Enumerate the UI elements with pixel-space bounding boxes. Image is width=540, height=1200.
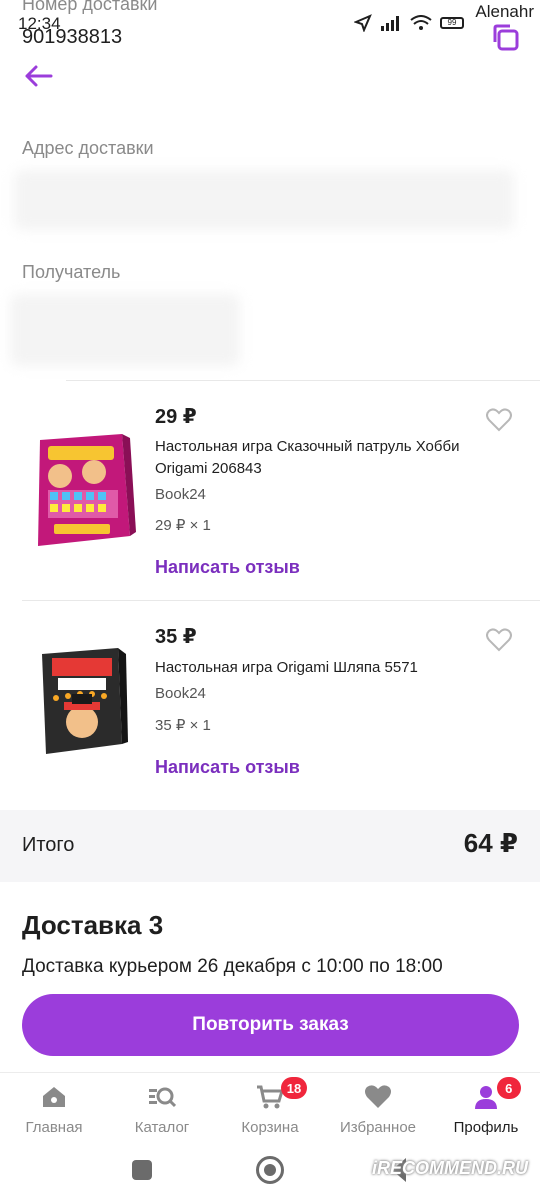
cart-badge: 18 xyxy=(280,1077,308,1099)
write-review-link[interactable]: Написать отзыв xyxy=(155,557,300,578)
item-quantity: 29 ₽ × 1 xyxy=(155,517,211,534)
catalog-search-icon xyxy=(148,1083,176,1111)
write-review-link[interactable]: Написать отзыв xyxy=(155,757,300,778)
wifi-icon xyxy=(410,15,432,30)
nav-label: Каталог xyxy=(134,1119,190,1136)
nav-item-favorites[interactable]: Избранное xyxy=(324,1073,432,1144)
address-label: Адрес доставки xyxy=(22,138,154,158)
nav-label: Главная xyxy=(25,1119,83,1136)
bottom-nav: Главная Каталог 18 Корзина Избранное 6 П… xyxy=(0,1072,540,1144)
nav-label: Избранное xyxy=(339,1119,417,1136)
item-title[interactable]: Настольная игра Сказочный патруль Хобби … xyxy=(155,436,485,480)
item-seller: Book24 xyxy=(155,685,206,702)
address-value-redacted xyxy=(14,170,514,230)
item-title[interactable]: Настольная игра Origami Шляпа 5571 xyxy=(155,657,485,679)
recipient-label: Получатель xyxy=(22,262,121,282)
watermark: iRECOMMEND.RU xyxy=(372,1158,528,1178)
recents-button[interactable] xyxy=(132,1160,152,1180)
nav-item-catalog[interactable]: Каталог xyxy=(108,1073,216,1144)
nav-item-cart[interactable]: 18 Корзина xyxy=(216,1073,324,1144)
item-quantity: 35 ₽ × 1 xyxy=(155,717,211,734)
delivery-number-label: Номер доставки xyxy=(22,0,158,14)
battery-icon: 99 xyxy=(440,17,464,29)
order-item: 29 ₽ Настольная игра Сказочный патруль Х… xyxy=(0,380,540,580)
cart-icon xyxy=(256,1083,284,1111)
item-seller: Book24 xyxy=(155,486,206,503)
product-image-shlyapa[interactable] xyxy=(30,644,140,764)
profile-icon xyxy=(472,1083,500,1111)
location-icon xyxy=(354,14,372,32)
delivery-info: Доставка курьером 26 декабря с 10:00 по … xyxy=(22,956,443,977)
system-nav-bar: iRECOMMEND.RU xyxy=(0,1144,540,1200)
item-price: 35 ₽ xyxy=(155,626,197,648)
status-icons: 99 xyxy=(354,14,464,32)
nav-label: Корзина xyxy=(241,1119,299,1136)
back-button[interactable] xyxy=(20,58,56,94)
home-button[interactable] xyxy=(256,1156,284,1184)
recipient-value-redacted xyxy=(10,294,240,366)
delivery-title: Доставка 3 xyxy=(22,910,164,940)
arrow-left-icon xyxy=(25,65,53,87)
product-image-skazochny-patrul[interactable] xyxy=(30,432,140,552)
status-user: Alenahr xyxy=(475,2,534,21)
heart-outline-icon[interactable] xyxy=(486,408,512,432)
delivery-number: 901938813 xyxy=(22,26,123,48)
item-price: 29 ₽ xyxy=(155,406,197,428)
nav-label: Профиль xyxy=(453,1119,519,1136)
home-icon xyxy=(40,1083,68,1111)
heart-icon xyxy=(364,1083,392,1111)
repeat-order-button[interactable]: Повторить заказ xyxy=(22,994,519,1056)
copy-icon[interactable] xyxy=(488,20,522,54)
total-label: Итого xyxy=(22,834,75,856)
nav-item-home[interactable]: Главная xyxy=(0,1073,108,1144)
profile-badge: 6 xyxy=(496,1077,521,1099)
heart-outline-icon[interactable] xyxy=(486,628,512,652)
total-bar: Итого 64 ₽ xyxy=(0,810,540,882)
total-value: 64 ₽ xyxy=(463,828,518,858)
order-item: 35 ₽ Настольная игра Origami Шляпа 5571 … xyxy=(0,600,540,800)
nav-item-profile[interactable]: 6 Профиль xyxy=(432,1073,540,1144)
signal-icon xyxy=(381,16,399,31)
